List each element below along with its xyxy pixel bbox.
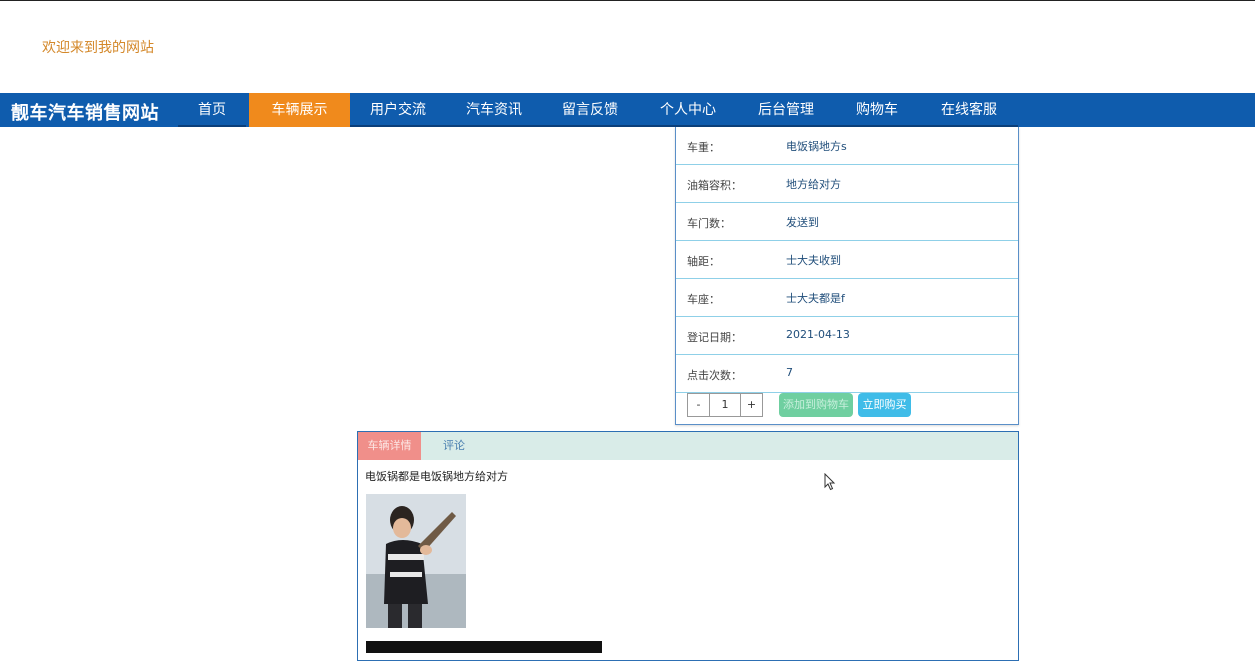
welcome-text: 欢迎来到我的网站 [42,40,154,56]
info-label: 车门数： [687,217,731,230]
info-label: 油箱容积： [687,179,742,192]
nav-underline [446,125,542,127]
vehicle-photo [366,494,466,628]
info-row-wheelbase: 轴距： 士大夫收到 [676,241,1018,279]
nav-item-label: 留言反馈 [562,102,618,118]
info-value: 士大夫都是f [786,292,845,305]
nav-item-label: 车辆展示 [271,102,328,118]
quantity-plus-button[interactable]: + [740,394,762,416]
info-label: 点击次数： [687,369,742,382]
nav-item-label: 在线客服 [941,102,997,118]
nav-item-feedback[interactable]: 留言反馈 [542,93,638,127]
info-value: 2021-04-13 [786,328,850,341]
mouse-cursor-icon [824,473,836,491]
nav-underline [350,125,446,127]
info-row-clicks: 点击次数： 7 [676,355,1018,393]
vehicle-photo-secondary [366,641,602,653]
info-label: 车重： [687,141,720,154]
vehicle-info-panel: 车重： 电饭锅地方s 油箱容积： 地方给对方 车门数： 发送到 轴距： 士大夫收… [675,127,1019,425]
info-row-tank: 油箱容积： 地方给对方 [676,165,1018,203]
info-label: 车座： [687,293,720,306]
nav-item-label: 首页 [198,102,226,118]
person-photo-icon [366,494,466,628]
info-value: 士大夫收到 [786,254,841,267]
top-border [0,0,1255,1]
nav-item-community[interactable]: 用户交流 [350,93,446,127]
info-row-doors: 车门数： 发送到 [676,203,1018,241]
info-value: 地方给对方 [786,178,841,191]
nav-item-support[interactable]: 在线客服 [920,93,1018,127]
nav-item-label: 个人中心 [660,102,716,118]
tab-comments[interactable]: 评论 [434,432,474,460]
info-row-reg-date: 登记日期： 2021-04-13 [676,317,1018,355]
vehicle-detail-panel: 车辆详情 评论 电饭锅都是电饭锅地方给对方 [357,431,1019,661]
nav-item-admin[interactable]: 后台管理 [738,93,834,127]
nav-item-label: 购物车 [856,102,898,118]
info-row-weight: 车重： 电饭锅地方s [676,127,1018,165]
site-brand[interactable]: 靓车汽车销售网站 [11,99,159,125]
detail-tabbar: 车辆详情 评论 [358,432,1018,460]
nav-item-label: 用户交流 [370,102,426,118]
nav-item-cart[interactable]: 购物车 [834,93,920,127]
vehicle-description: 电饭锅都是电饭锅地方给对方 [365,470,508,483]
quantity-stepper: - 1 + [687,393,763,417]
nav-item-profile[interactable]: 个人中心 [638,93,738,127]
nav-item-home[interactable]: 首页 [178,93,246,127]
info-row-seats: 车座： 士大夫都是f [676,279,1018,317]
main-navbar: 靓车汽车销售网站 首页 车辆展示 用户交流 汽车资讯 留言反馈 个人中心 后台管… [0,93,1255,127]
add-to-cart-button[interactable]: 添加到购物车 [779,393,853,417]
info-label: 轴距： [687,255,720,268]
quantity-input[interactable]: 1 [710,394,740,416]
quantity-minus-button[interactable]: - [688,394,710,416]
tab-vehicle-details[interactable]: 车辆详情 [358,432,421,460]
nav-item-label: 汽车资讯 [466,102,522,118]
info-value: 发送到 [786,216,819,229]
info-value: 7 [786,366,793,379]
nav-underline [542,125,638,127]
nav-underline [178,125,246,127]
buy-now-button[interactable]: 立即购买 [858,393,911,417]
nav-item-vehicles[interactable]: 车辆展示 [249,93,350,127]
info-value: 电饭锅地方s [786,140,847,153]
nav-item-news[interactable]: 汽车资讯 [446,93,542,127]
info-label: 登记日期： [687,331,742,344]
nav-item-label: 后台管理 [758,102,814,118]
